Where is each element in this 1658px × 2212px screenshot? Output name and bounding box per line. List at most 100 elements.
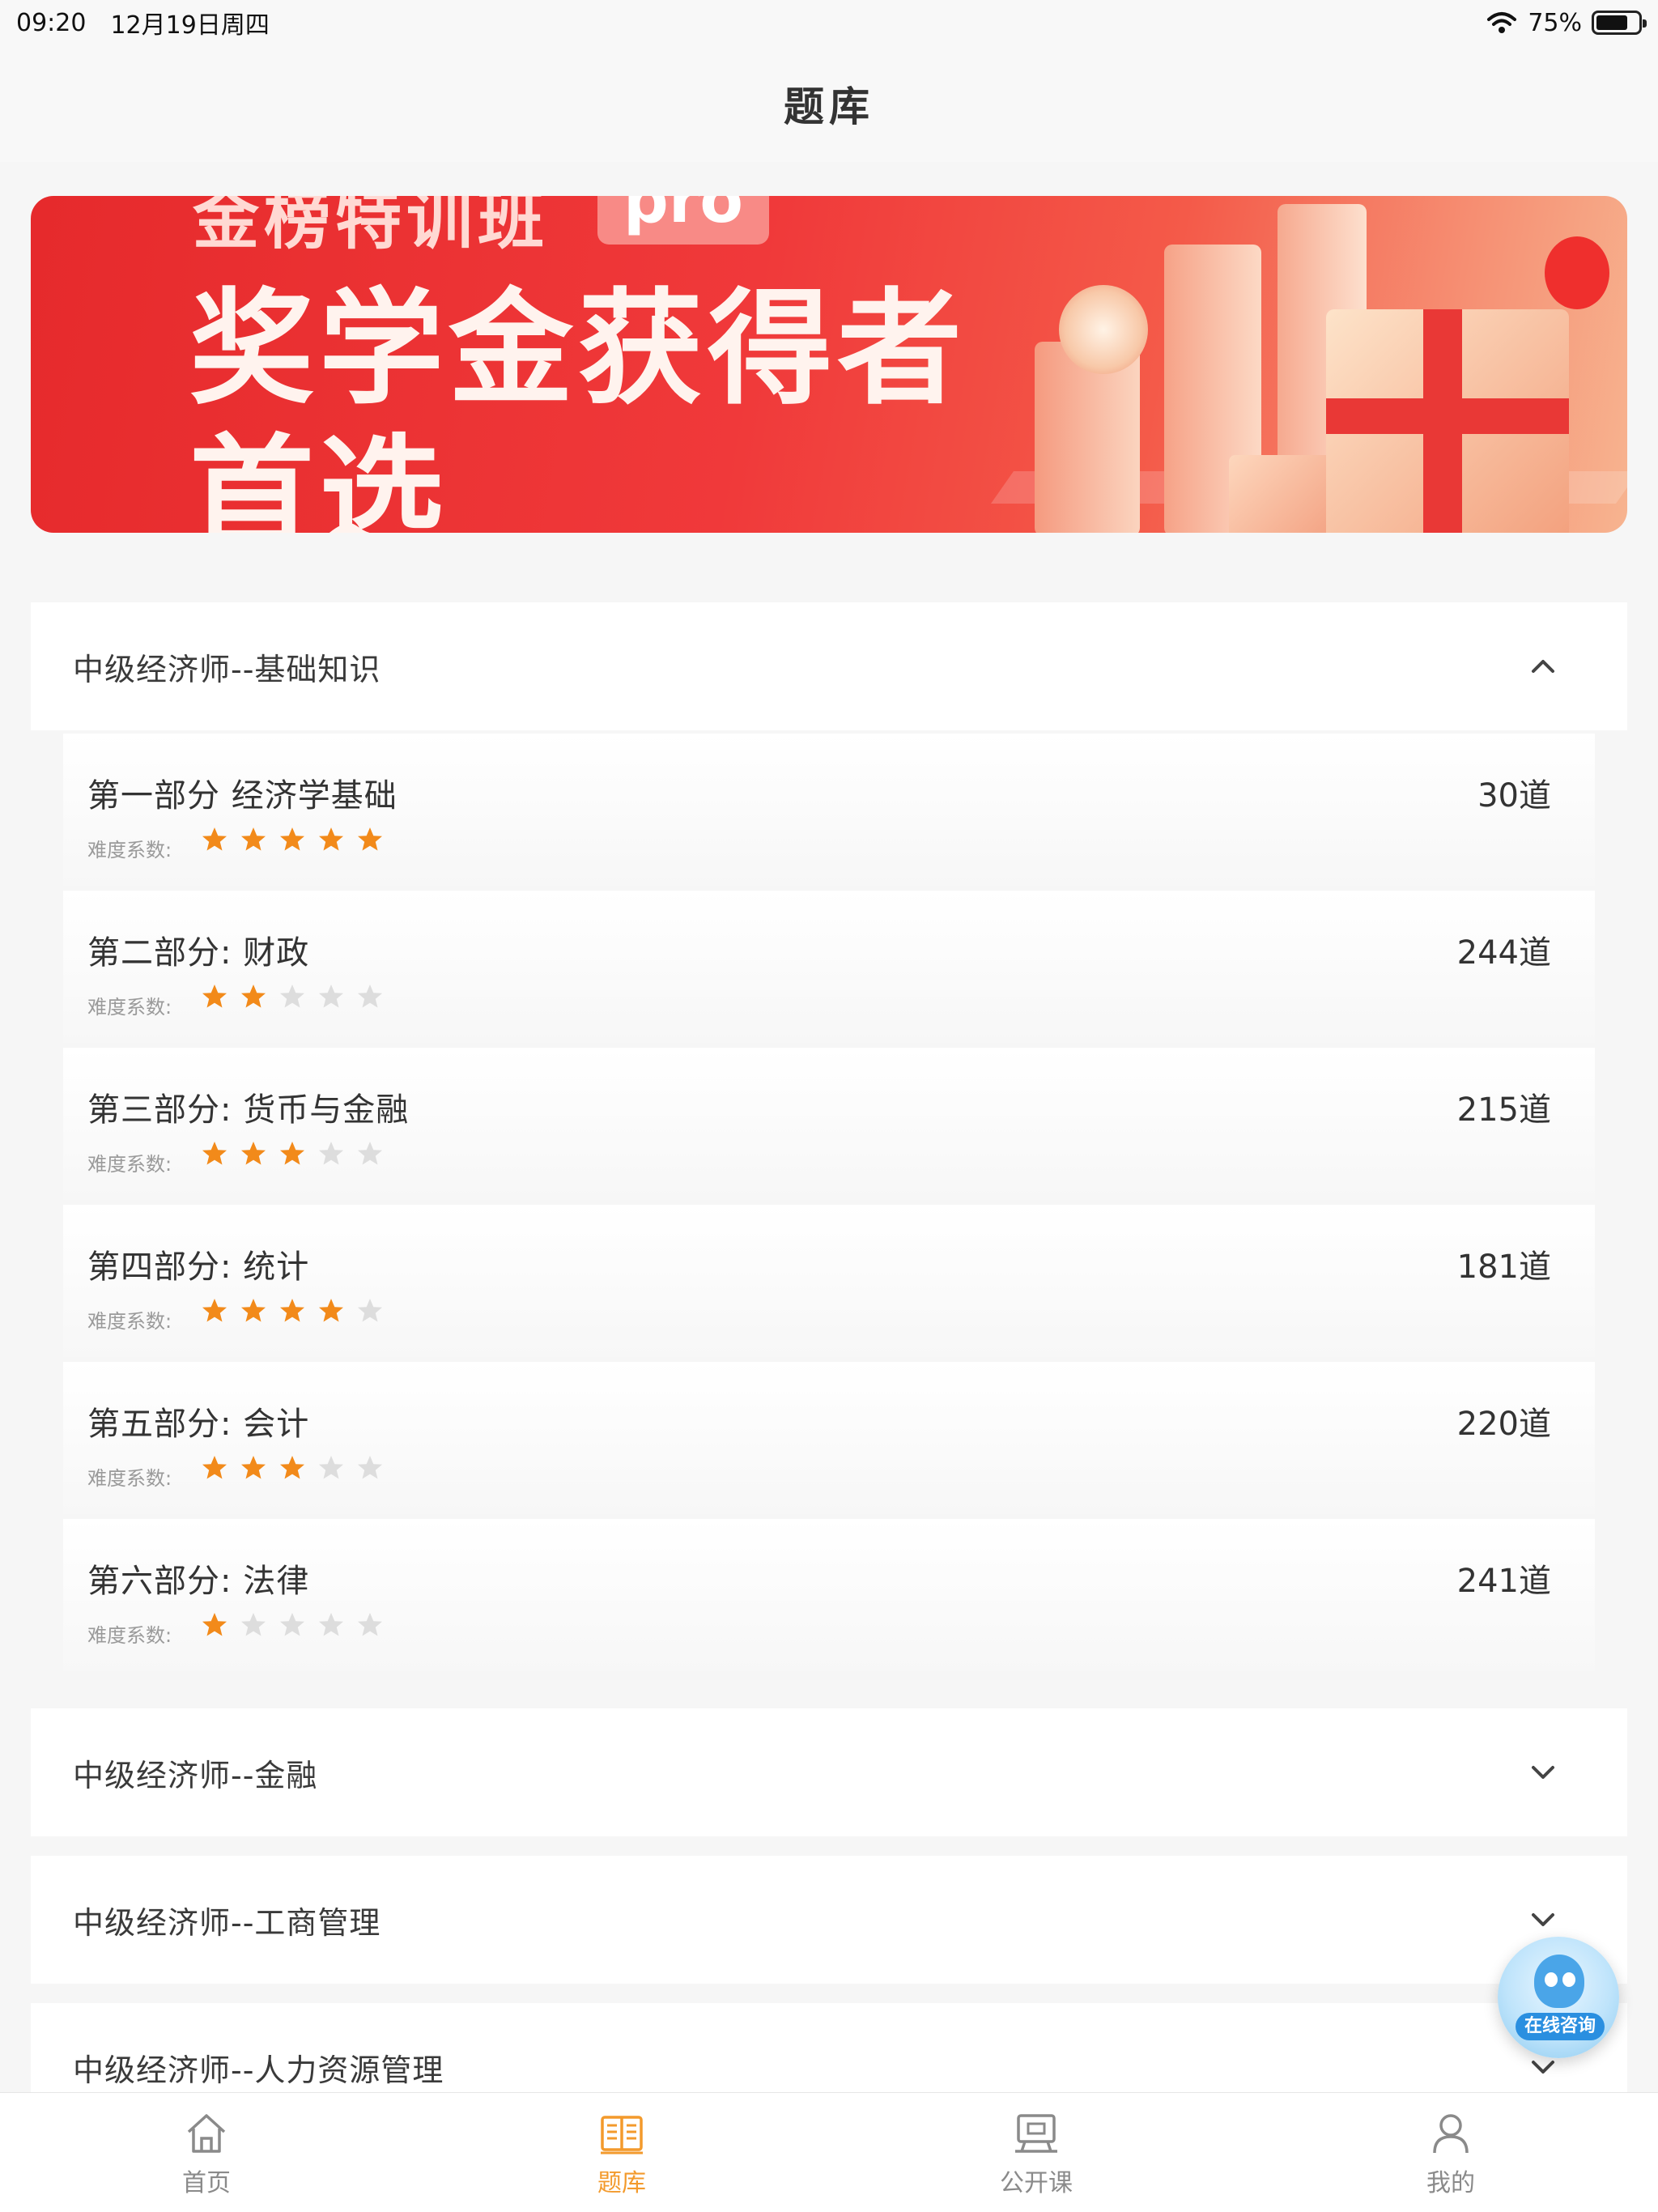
section-title: 中级经济师--工商管理 — [73, 1904, 381, 1941]
battery-icon — [1592, 11, 1647, 35]
star-filled-icon — [280, 827, 304, 851]
section-title: 中级经济师--金融 — [73, 1757, 318, 1793]
banner-headline: 奖学金获得者 首选 — [189, 277, 967, 533]
item-count: 244道 — [1456, 934, 1551, 972]
star-empty-icon — [358, 985, 382, 1008]
star-filled-icon — [202, 1613, 227, 1636]
difficulty-stars — [201, 1297, 384, 1325]
star-empty-icon — [319, 1456, 343, 1479]
difficulty-label: 难度系数: — [87, 839, 172, 861]
banner-pro-tag: pro — [597, 196, 769, 245]
star-filled-icon — [280, 1299, 304, 1322]
item-name: 第五部分: 会计 — [87, 1406, 310, 1443]
star-filled-icon — [319, 1299, 343, 1322]
difficulty-stars — [201, 1140, 384, 1168]
star-empty-icon — [241, 1613, 266, 1636]
tab-label: 我的 — [1426, 2169, 1475, 2197]
star-empty-icon — [358, 1142, 382, 1165]
star-filled-icon — [202, 1142, 227, 1165]
star-filled-icon — [241, 985, 266, 1008]
banner-top-text: 金榜特训班 — [193, 196, 550, 258]
star-empty-icon — [319, 985, 343, 1008]
star-filled-icon — [241, 827, 266, 851]
status-bar: 09:20 12月19日周四 75% — [0, 0, 1658, 45]
difficulty-label: 难度系数: — [87, 1624, 172, 1647]
list-item[interactable]: 第六部分: 法律 241道 难度系数: — [63, 1519, 1595, 1671]
status-time: 09:20 — [16, 8, 87, 37]
star-empty-icon — [280, 1613, 304, 1636]
tab-question-bank[interactable]: 题库 — [549, 2093, 695, 2212]
item-name: 第三部分: 货币与金融 — [87, 1091, 410, 1129]
star-filled-icon — [202, 1456, 227, 1479]
star-filled-icon — [241, 1142, 266, 1165]
difficulty-stars — [201, 1454, 384, 1482]
difficulty-label: 难度系数: — [87, 1310, 172, 1333]
tab-bar: 首页 题库 公开课 我的 — [0, 2092, 1658, 2212]
banner-headline-line: 奖学金获得者 — [189, 277, 967, 422]
nav-bar: 题库 — [0, 45, 1658, 162]
list-item[interactable]: 第一部分 经济学基础 30道 难度系数: — [63, 734, 1595, 886]
section-title: 中级经济师--基础知识 — [73, 651, 381, 687]
list-item[interactable]: 第五部分: 会计 220道 难度系数: — [63, 1362, 1595, 1514]
difficulty-label: 难度系数: — [87, 1153, 172, 1176]
star-filled-icon — [241, 1456, 266, 1479]
star-filled-icon — [241, 1299, 266, 1322]
tab-open-class[interactable]: 公开课 — [963, 2093, 1109, 2212]
coin-icon — [1059, 285, 1148, 374]
tab-label: 公开课 — [1000, 2169, 1073, 2197]
star-empty-icon — [280, 985, 304, 1008]
mascot-eye — [1562, 1972, 1575, 1987]
tab-mine[interactable]: 我的 — [1378, 2093, 1524, 2212]
online-consult-button[interactable]: 在线咨询 — [1498, 1937, 1619, 2058]
star-filled-icon — [202, 1299, 227, 1322]
difficulty-stars — [201, 983, 384, 1010]
item-count: 215道 — [1456, 1091, 1551, 1129]
page-title: 题库 — [784, 83, 874, 130]
list-item[interactable]: 第二部分: 财政 244道 难度系数: — [63, 891, 1595, 1043]
promo-banner[interactable]: 金榜特训班 pro 奖学金获得者 首选 — [31, 196, 1627, 533]
chevron-down-icon — [1532, 1913, 1554, 1926]
mascot-icon — [1534, 1955, 1584, 2008]
book-icon — [601, 2116, 643, 2155]
screen-icon — [1015, 2114, 1057, 2153]
chevron-up-icon — [1532, 660, 1554, 673]
item-name: 第二部分: 财政 — [87, 934, 310, 972]
star-filled-icon — [319, 827, 343, 851]
star-filled-icon — [202, 827, 227, 851]
star-empty-icon — [358, 1456, 382, 1479]
section-header-business[interactable]: 中级经济师--工商管理 — [31, 1856, 1627, 1984]
battery-percent: 75% — [1528, 8, 1582, 37]
item-name: 第一部分 经济学基础 — [87, 777, 397, 815]
item-name: 第六部分: 法律 — [87, 1563, 310, 1600]
list-item[interactable]: 第三部分: 货币与金融 215道 难度系数: — [63, 1048, 1595, 1200]
section-header-basics[interactable]: 中级经济师--基础知识 — [31, 602, 1627, 730]
star-filled-icon — [202, 985, 227, 1008]
item-count: 30道 — [1477, 777, 1551, 815]
item-count: 241道 — [1456, 1563, 1551, 1600]
star-filled-icon — [280, 1456, 304, 1479]
star-empty-icon — [319, 1142, 343, 1165]
balloon-icon — [1545, 236, 1609, 309]
difficulty-stars — [201, 826, 384, 853]
tab-label: 首页 — [182, 2169, 231, 2197]
tab-label: 题库 — [597, 2169, 646, 2197]
star-empty-icon — [358, 1299, 382, 1322]
list-item[interactable]: 第四部分: 统计 181道 难度系数: — [63, 1205, 1595, 1357]
chevron-down-icon — [1532, 1766, 1554, 1779]
difficulty-stars — [201, 1611, 384, 1639]
star-empty-icon — [319, 1613, 343, 1636]
item-count: 220道 — [1456, 1406, 1551, 1443]
user-icon — [1433, 2114, 1469, 2154]
item-name: 第四部分: 统计 — [87, 1249, 310, 1286]
section-header-finance[interactable]: 中级经济师--金融 — [31, 1708, 1627, 1836]
star-filled-icon — [358, 827, 382, 851]
difficulty-label: 难度系数: — [87, 996, 172, 1019]
consult-label: 在线咨询 — [1516, 2013, 1605, 2040]
tab-home[interactable]: 首页 — [134, 2093, 279, 2212]
section-title: 中级经济师--人力资源管理 — [73, 2052, 444, 2088]
banner-headline-line: 首选 — [189, 423, 449, 533]
home-icon — [187, 2114, 226, 2153]
mascot-eye — [1545, 1972, 1558, 1987]
wifi-icon — [1487, 12, 1517, 33]
status-date: 12月19日周四 — [110, 11, 270, 40]
